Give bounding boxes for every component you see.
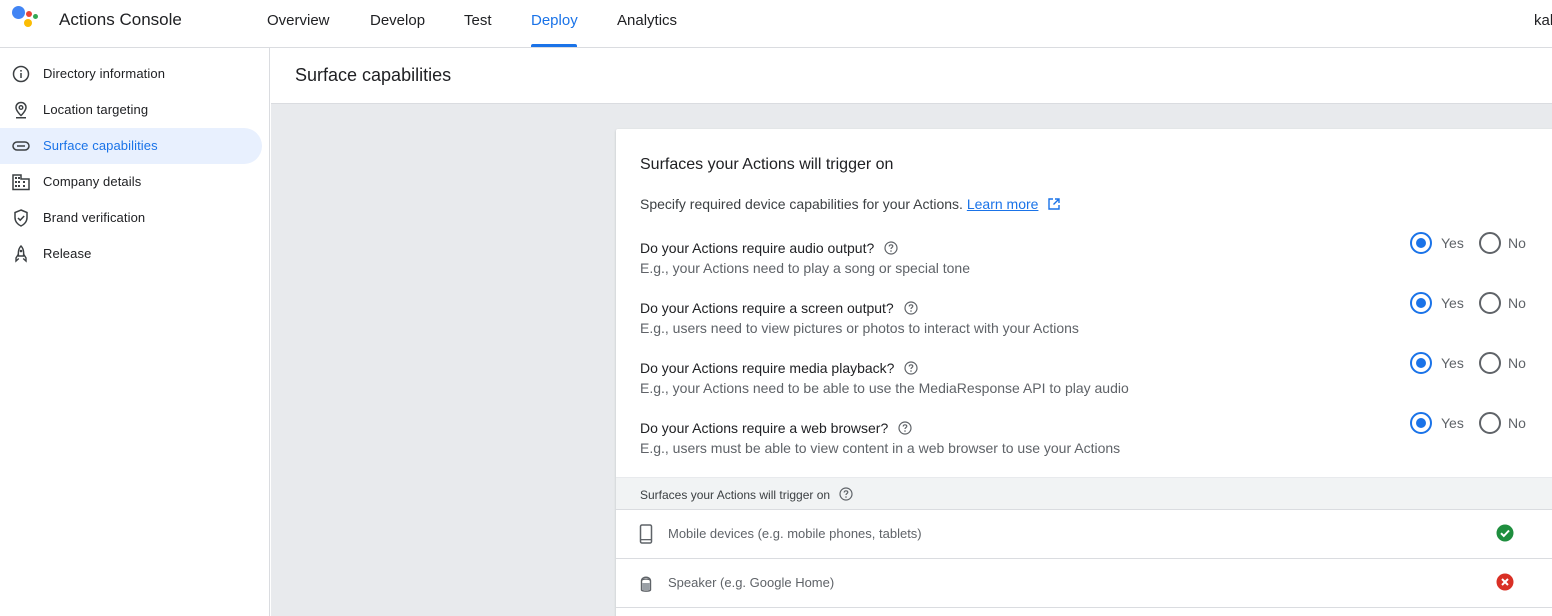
speaker-icon bbox=[640, 576, 652, 592]
cancel-circle-icon bbox=[1496, 573, 1514, 591]
question-label: Do your Actions require audio output? bbox=[640, 240, 898, 256]
help-icon[interactable] bbox=[903, 301, 918, 315]
top-app-bar: Actions Console Overview Develop Test De… bbox=[0, 0, 1552, 48]
learn-more-link[interactable]: Learn more bbox=[967, 196, 1039, 212]
sidebar-item-surface-capabilities[interactable]: Surface capabilities bbox=[0, 128, 262, 164]
building-icon bbox=[12, 174, 30, 191]
sidebar-item-label: Location targeting bbox=[43, 102, 149, 117]
radio-yes[interactable] bbox=[1410, 412, 1432, 434]
question-label: Do your Actions require a screen output? bbox=[640, 300, 918, 316]
tab-analytics[interactable]: Analytics bbox=[617, 12, 677, 29]
question-screen-output: Do your Actions require a screen output?… bbox=[640, 292, 1540, 350]
open-in-new-icon[interactable] bbox=[1047, 197, 1061, 211]
question-text: Do your Actions require media playback? bbox=[640, 360, 895, 376]
radio-no[interactable] bbox=[1479, 292, 1501, 314]
tab-develop[interactable]: Develop bbox=[370, 12, 425, 29]
radio-no-label: No bbox=[1508, 415, 1526, 431]
surface-capabilities-card: Surfaces your Actions will trigger on Sp… bbox=[616, 129, 1552, 616]
sidebar-item-label: Company details bbox=[43, 174, 142, 189]
shield-check-icon bbox=[14, 209, 28, 227]
radio-yes-label: Yes bbox=[1441, 235, 1464, 251]
help-icon[interactable] bbox=[884, 241, 898, 255]
radio-no[interactable] bbox=[1479, 232, 1501, 254]
question-label: Do your Actions require media playback? bbox=[640, 360, 918, 376]
help-icon[interactable] bbox=[904, 361, 918, 375]
tab-deploy[interactable]: Deploy bbox=[531, 12, 578, 29]
sidebar-item-directory-information[interactable]: Directory information bbox=[0, 56, 262, 92]
card-title: Surfaces your Actions will trigger on bbox=[640, 156, 894, 173]
question-hint: E.g., users must be able to view content… bbox=[640, 440, 1121, 456]
help-icon[interactable] bbox=[839, 487, 854, 501]
page-title: Surface capabilities bbox=[295, 65, 452, 85]
page-header: Surface capabilities bbox=[271, 48, 1552, 104]
radio-no-label: No bbox=[1508, 235, 1526, 251]
surface-capsule-icon bbox=[12, 141, 30, 151]
mobile-phone-icon bbox=[639, 524, 653, 544]
tab-overview[interactable]: Overview bbox=[267, 12, 330, 29]
question-audio-output: Do your Actions require audio output? E.… bbox=[640, 232, 1540, 290]
radio-yes-label: Yes bbox=[1441, 355, 1464, 371]
rocket-icon bbox=[15, 244, 27, 263]
help-icon[interactable] bbox=[898, 421, 912, 435]
main-content: Surface capabilities Surfaces your Actio… bbox=[271, 48, 1552, 616]
question-hint: E.g., your Actions need to play a song o… bbox=[640, 260, 970, 276]
question-text: Do your Actions require audio output? bbox=[640, 240, 875, 256]
surface-row-mobile: Mobile devices (e.g. mobile phones, tabl… bbox=[616, 510, 1552, 559]
app-title: Actions Console bbox=[59, 10, 182, 29]
surfaces-table-header: Surfaces your Actions will trigger on bbox=[616, 477, 1552, 510]
account-name[interactable]: kal bbox=[1534, 12, 1552, 29]
radio-no-label: No bbox=[1508, 295, 1526, 311]
card-description: Specify required device capabilities for… bbox=[640, 196, 1061, 212]
radio-no[interactable] bbox=[1479, 352, 1501, 374]
sidebar-item-label: Surface capabilities bbox=[43, 138, 158, 153]
active-tab-indicator bbox=[531, 44, 577, 47]
surfaces-header-text: Surfaces your Actions will trigger on bbox=[640, 488, 831, 502]
surface-row-speaker: Speaker (e.g. Google Home) bbox=[616, 559, 1552, 608]
question-label: Do your Actions require a web browser? bbox=[640, 420, 912, 436]
surface-label: Speaker (e.g. Google Home) bbox=[668, 575, 835, 590]
location-pin-icon bbox=[15, 101, 27, 119]
radio-yes[interactable] bbox=[1410, 352, 1432, 374]
radio-yes[interactable] bbox=[1410, 232, 1432, 254]
radio-no[interactable] bbox=[1479, 412, 1501, 434]
radio-no-label: No bbox=[1508, 355, 1526, 371]
question-web-browser: Do your Actions require a web browser? E… bbox=[640, 412, 1540, 470]
sidebar-item-label: Brand verification bbox=[43, 210, 146, 225]
question-text: Do your Actions require a screen output? bbox=[640, 300, 894, 316]
radio-yes-label: Yes bbox=[1441, 415, 1464, 431]
sidebar-item-label: Directory information bbox=[43, 66, 166, 81]
question-text: Do your Actions require a web browser? bbox=[640, 420, 889, 436]
sidebar-item-release[interactable]: Release bbox=[0, 236, 262, 272]
sidebar-item-brand-verification[interactable]: Brand verification bbox=[0, 200, 262, 236]
radio-yes[interactable] bbox=[1410, 292, 1432, 314]
sidebar-item-label: Release bbox=[43, 246, 92, 261]
sidebar: Directory information Location targeting… bbox=[0, 48, 270, 616]
sidebar-item-company-details[interactable]: Company details bbox=[0, 164, 262, 200]
surfaces-header-label: Surfaces your Actions will trigger on bbox=[640, 487, 854, 502]
surface-label: Mobile devices (e.g. mobile phones, tabl… bbox=[668, 526, 922, 541]
sidebar-item-location-targeting[interactable]: Location targeting bbox=[0, 92, 262, 128]
check-circle-icon bbox=[1496, 524, 1514, 542]
description-text: Specify required device capabilities for… bbox=[640, 196, 963, 212]
question-media-playback: Do your Actions require media playback? … bbox=[640, 352, 1540, 410]
radio-yes-label: Yes bbox=[1441, 295, 1464, 311]
tab-test[interactable]: Test bbox=[464, 12, 492, 29]
google-assistant-logo-icon bbox=[12, 6, 40, 32]
question-hint: E.g., users need to view pictures or pho… bbox=[640, 320, 1079, 336]
question-hint: E.g., your Actions need to be able to us… bbox=[640, 380, 1129, 396]
info-icon bbox=[12, 65, 30, 83]
